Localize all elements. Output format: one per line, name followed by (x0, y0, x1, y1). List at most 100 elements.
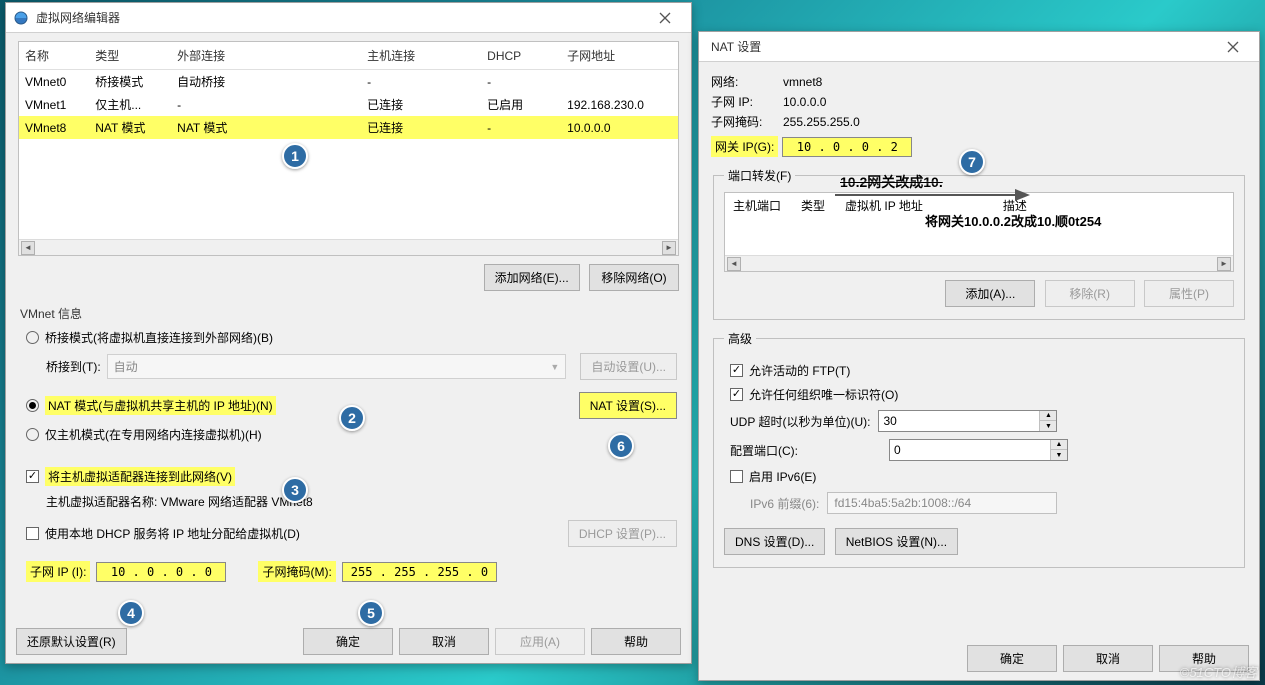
radio-icon[interactable] (26, 331, 39, 344)
dhcp-settings-button: DHCP 设置(P)... (568, 520, 677, 547)
ok-button[interactable]: 确定 (967, 645, 1057, 672)
col-hostport[interactable]: 主机端口 (733, 197, 781, 214)
window-body: 名称 类型 外部连接 主机连接 DHCP 子网地址 VMnet0 桥接模式 自动… (6, 33, 691, 597)
titlebar: 虚拟网络编辑器 (6, 3, 691, 33)
app-icon (12, 9, 30, 27)
window-title: 虚拟网络编辑器 (36, 9, 645, 26)
checkbox-icon[interactable] (26, 470, 39, 483)
col-external[interactable]: 外部连接 (171, 42, 361, 70)
scroll-right-icon[interactable]: ► (1217, 257, 1231, 271)
bridge-mode-label: 桥接模式(将虚拟机直接连接到外部网络)(B) (45, 329, 273, 346)
help-button[interactable]: 帮助 (591, 628, 681, 655)
vmnet-info-label: VMnet 信息 (20, 305, 677, 322)
step-marker-4: 4 (118, 600, 144, 626)
allow-org-label: 允许任何组织唯一标识符(O) (749, 386, 898, 403)
spin-up-icon[interactable]: ▲ (1040, 411, 1056, 421)
bridge-to-label: 桥接到(T): (46, 358, 101, 375)
close-button[interactable] (1213, 33, 1253, 61)
use-dhcp-option[interactable]: 使用本地 DHCP 服务将 IP 地址分配给虚拟机(D) DHCP 设置(P).… (26, 520, 677, 547)
col-subnet[interactable]: 子网地址 (561, 42, 678, 70)
enable-ipv6-option[interactable]: 启用 IPv6(E) (730, 468, 1234, 485)
auto-settings-button: 自动设置(U)... (580, 353, 677, 380)
add-button[interactable]: 添加(A)... (945, 280, 1035, 307)
col-hostconn[interactable]: 主机连接 (361, 42, 481, 70)
mask-value: 255.255.255.0 (783, 115, 860, 129)
netbios-settings-button[interactable]: NetBIOS 设置(N)... (835, 528, 958, 555)
bridge-mode-option[interactable]: 桥接模式(将虚拟机直接连接到外部网络)(B) (26, 329, 677, 346)
gateway-ip-label: 网关 IP(G): (711, 136, 778, 157)
scroll-left-icon[interactable]: ◄ (21, 241, 35, 255)
window-body: 网络:vmnet8 子网 IP:10.0.0.0 子网掩码:255.255.25… (699, 62, 1259, 584)
scroll-left-icon[interactable]: ◄ (727, 257, 741, 271)
config-port-label: 配置端口(C): (730, 442, 798, 459)
subnet-mask-label: 子网掩码(M): (258, 561, 335, 582)
nat-settings-button[interactable]: NAT 设置(S)... (579, 392, 677, 419)
horizontal-scrollbar[interactable]: ◄ ► (725, 255, 1233, 271)
window-title: NAT 设置 (705, 38, 1213, 55)
config-port-input[interactable]: ▲▼ (889, 439, 1068, 461)
col-type[interactable]: 类型 (89, 42, 171, 70)
ipv6-prefix-label: IPv6 前缀(6): (750, 495, 819, 512)
cancel-button[interactable]: 取消 (1063, 645, 1153, 672)
bridge-to-select: 自动 ▼ (107, 354, 567, 379)
spin-up-icon[interactable]: ▲ (1051, 440, 1067, 450)
dns-settings-button[interactable]: DNS 设置(D)... (724, 528, 825, 555)
add-network-button[interactable]: 添加网络(E)... (484, 264, 580, 291)
network-table[interactable]: 名称 类型 外部连接 主机连接 DHCP 子网地址 VMnet0 桥接模式 自动… (18, 41, 679, 256)
ok-button[interactable]: 确定 (303, 628, 393, 655)
checkbox-icon[interactable] (26, 527, 39, 540)
cancel-button[interactable]: 取消 (399, 628, 489, 655)
nat-mode-label: NAT 模式(与虚拟机共享主机的 IP 地址)(N) (45, 396, 276, 415)
enable-ipv6-label: 启用 IPv6(E) (749, 468, 816, 485)
network-value: vmnet8 (783, 75, 822, 89)
advanced-group: 高级 允许活动的 FTP(T) 允许任何组织唯一标识符(O) UDP 超时(以秒… (713, 330, 1245, 568)
col-name[interactable]: 名称 (19, 42, 89, 70)
table-row[interactable]: VMnet0 桥接模式 自动桥接 - - (19, 70, 678, 94)
subnetip-value: 10.0.0.0 (783, 95, 826, 109)
spin-down-icon[interactable]: ▼ (1040, 421, 1056, 431)
allow-ftp-option[interactable]: 允许活动的 FTP(T) (730, 362, 1234, 379)
host-adapter-name: 主机虚拟适配器名称: VMware 网络适配器 VMnet8 (46, 493, 677, 510)
mask-label: 子网掩码: (711, 113, 783, 130)
subnet-mask-input[interactable]: 255 . 255 . 255 . 0 (342, 562, 497, 582)
table-row-selected[interactable]: VMnet8 NAT 模式 NAT 模式 已连接 - 10.0.0.0 (19, 116, 678, 139)
radio-icon[interactable] (26, 399, 39, 412)
spin-down-icon[interactable]: ▼ (1051, 450, 1067, 460)
bottom-button-bar: 还原默认设置(R) 确定 取消 应用(A) 帮助 (16, 628, 681, 655)
col-type[interactable]: 类型 (801, 197, 825, 214)
restore-defaults-button[interactable]: 还原默认设置(R) (16, 628, 127, 655)
checkbox-icon[interactable] (730, 364, 743, 377)
radio-icon[interactable] (26, 428, 39, 441)
annotation-text: 10.2网关改成10. (840, 172, 943, 192)
step-marker-6: 6 (608, 433, 634, 459)
watermark: ©51CTO博客 (1180, 662, 1257, 681)
remove-button: 移除(R) (1045, 280, 1135, 307)
step-marker-1: 1 (282, 143, 308, 169)
allow-org-option[interactable]: 允许任何组织唯一标识符(O) (730, 386, 1234, 403)
use-dhcp-label: 使用本地 DHCP 服务将 IP 地址分配给虚拟机(D) (45, 525, 300, 542)
step-marker-2: 2 (339, 405, 365, 431)
table-row[interactable]: VMnet1 仅主机... - 已连接 已启用 192.168.230.0 (19, 93, 678, 116)
checkbox-icon[interactable] (730, 470, 743, 483)
gateway-ip-input[interactable]: 10 . 0 . 0 . 2 (782, 137, 912, 157)
step-marker-5: 5 (358, 600, 384, 626)
scroll-right-icon[interactable]: ► (662, 241, 676, 255)
close-button[interactable] (645, 4, 685, 32)
horizontal-scrollbar[interactable]: ◄ ► (19, 239, 678, 255)
step-marker-7: 7 (959, 149, 985, 175)
udp-timeout-input[interactable]: ▲▼ (878, 410, 1057, 432)
port-forward-legend: 端口转发(F) (724, 167, 795, 184)
subnet-ip-input[interactable]: 10 . 0 . 0 . 0 (96, 562, 226, 582)
col-dhcp[interactable]: DHCP (481, 42, 561, 70)
virtual-network-editor-window: 虚拟网络编辑器 名称 类型 外部连接 主机连接 DHCP 子网地址 VMnet0 (5, 2, 692, 664)
properties-button: 属性(P) (1144, 280, 1234, 307)
checkbox-icon[interactable] (730, 388, 743, 401)
bottom-button-bar: 确定 取消 帮助 (709, 645, 1249, 672)
ipv6-prefix-input: fd15:4ba5:5a2b:1008::/64 (827, 492, 1057, 514)
apply-button: 应用(A) (495, 628, 585, 655)
allow-ftp-label: 允许活动的 FTP(T) (749, 362, 850, 379)
remove-network-button[interactable]: 移除网络(O) (589, 264, 679, 291)
connect-host-adapter-option[interactable]: 将主机虚拟适配器连接到此网络(V) (26, 467, 677, 486)
advanced-legend: 高级 (724, 330, 756, 347)
chevron-down-icon: ▼ (550, 362, 559, 372)
